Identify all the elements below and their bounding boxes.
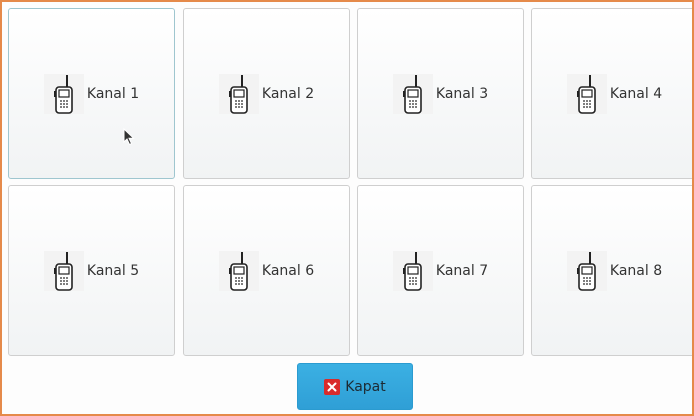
channel-tile-2[interactable]: Kanal 2: [183, 8, 350, 179]
channel-tile-4[interactable]: Kanal 4: [531, 8, 692, 179]
walkie-talkie-icon: [43, 250, 84, 291]
channel-label: Kanal 6: [261, 262, 315, 279]
close-button[interactable]: Kapat: [297, 363, 413, 410]
walkie-talkie-icon: [43, 73, 84, 114]
walkie-talkie-icon: [392, 73, 433, 114]
channel-tile-7[interactable]: Kanal 7: [357, 185, 524, 356]
walkie-talkie-icon: [392, 250, 433, 291]
channel-tile-3[interactable]: Kanal 3: [357, 8, 524, 179]
channel-label: Kanal 5: [86, 262, 140, 279]
channel-tile-1[interactable]: Kanal 1: [8, 8, 175, 179]
channel-tile-6[interactable]: Kanal 6: [183, 185, 350, 356]
channel-label: Kanal 2: [261, 85, 315, 102]
channel-label: Kanal 7: [435, 262, 489, 279]
channel-label: Kanal 8: [609, 262, 663, 279]
channel-dialog: Kanal 1 Kanal 2 Kanal 3 Kanal 4 Kanal 5 …: [0, 0, 694, 416]
walkie-talkie-icon: [566, 73, 607, 114]
walkie-talkie-icon: [566, 250, 607, 291]
close-button-label: Kapat: [345, 378, 386, 395]
channel-tile-5[interactable]: Kanal 5: [8, 185, 175, 356]
channel-label: Kanal 1: [86, 85, 140, 102]
close-icon: [324, 378, 341, 395]
channel-grid: Kanal 1 Kanal 2 Kanal 3 Kanal 4 Kanal 5 …: [8, 8, 692, 360]
channel-label: Kanal 4: [609, 85, 663, 102]
channel-label: Kanal 3: [435, 85, 489, 102]
channel-tile-8[interactable]: Kanal 8: [531, 185, 692, 356]
walkie-talkie-icon: [218, 73, 259, 114]
walkie-talkie-icon: [218, 250, 259, 291]
